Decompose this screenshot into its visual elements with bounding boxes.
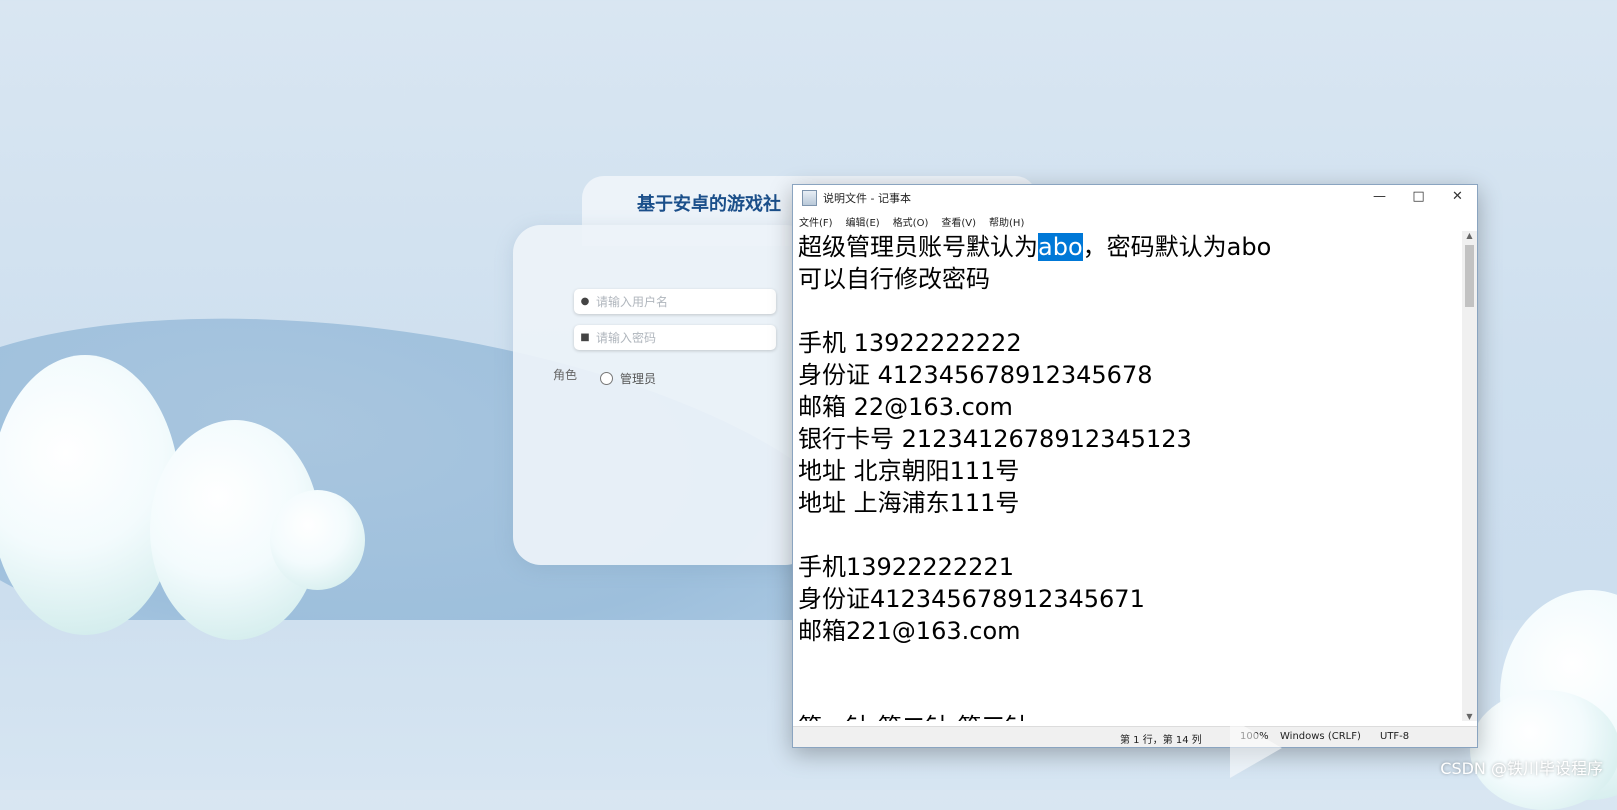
status-bar: 第 1 行，第 14 列 100% Windows (CRLF) UTF-8 [793, 726, 1477, 747]
maximize-button[interactable]: □ [1399, 185, 1438, 211]
text-line: 身份证412345678912345671 [798, 585, 1145, 613]
text-line: 超级管理员账号默认为abo，密码默认为abo [798, 231, 1466, 263]
line-ending: Windows (CRLF) [1280, 731, 1361, 742]
vertical-scrollbar[interactable]: ▲ ▼ [1462, 231, 1477, 721]
login-title: 基于安卓的游戏社 [637, 194, 781, 215]
role-label: 角色 [553, 368, 578, 382]
text-line [798, 679, 1466, 711]
scrollbar-thumb[interactable] [1465, 245, 1474, 307]
role-radio-admin[interactable] [600, 372, 613, 385]
window-title: 说明文件 - 记事本 [823, 192, 911, 205]
password-placeholder: 请输入密码 [596, 331, 657, 345]
scroll-up-icon[interactable]: ▲ [1462, 231, 1477, 240]
notepad-window: 说明文件 - 记事本 — □ ✕ 文件(F) 编辑(E) 格式(O) 查看(V)… [792, 184, 1478, 748]
menu-edit[interactable]: 编辑(E) [846, 214, 880, 229]
scroll-down-icon[interactable]: ▼ [1462, 712, 1477, 721]
text-line [798, 647, 1466, 679]
username-placeholder: 请输入用户名 [596, 295, 669, 309]
cursor-position: 第 1 行，第 14 列 [1120, 735, 1202, 746]
text-line: 银行卡号 2123412678912345123 [798, 425, 1192, 453]
text-line: 地址 上海浦东111号 [798, 489, 1020, 517]
text-line: 邮箱 22@163.com [798, 393, 1013, 421]
play-overlay-icon [1230, 718, 1282, 778]
role-radio-label: 管理员 [620, 372, 657, 386]
text-line: 第一针 第二针 第三针 [798, 711, 1466, 721]
menu-bar: 文件(F) 编辑(E) 格式(O) 查看(V) 帮助(H) [793, 211, 1477, 231]
menu-format[interactable]: 格式(O) [893, 214, 929, 229]
cloud [1470, 690, 1617, 810]
text-line: 手机13922222221 [798, 553, 1014, 581]
text-line [798, 295, 1466, 327]
minimize-button[interactable]: — [1360, 185, 1399, 211]
user-icon: ● [580, 296, 590, 307]
text-line: 地址 北京朝阳111号 [798, 457, 1020, 485]
username-field[interactable]: ● 请输入用户名 [574, 289, 776, 314]
text-line [798, 519, 1466, 551]
text-line: 手机 13922222222 [798, 329, 1022, 357]
text-after-selection: ，密码默认为abo [1082, 233, 1272, 261]
text-before-selection: 超级管理员账号默认为 [798, 233, 1038, 261]
text-line: 身份证 412345678912345678 [798, 361, 1153, 389]
notepad-icon [802, 190, 817, 206]
watermark: CSDN @铁川毕设程序 [1440, 759, 1603, 778]
text-line: 邮箱221@163.com [798, 617, 1021, 645]
menu-file[interactable]: 文件(F) [799, 214, 833, 229]
title-bar[interactable]: 说明文件 - 记事本 — □ ✕ [793, 185, 1477, 211]
menu-help[interactable]: 帮助(H) [989, 214, 1024, 229]
login-card [513, 225, 813, 565]
lock-icon: ■ [580, 332, 590, 343]
encoding: UTF-8 [1380, 731, 1410, 742]
close-button[interactable]: ✕ [1438, 185, 1477, 211]
selected-text: abo [1038, 233, 1083, 261]
menu-view[interactable]: 查看(V) [941, 214, 976, 229]
password-field[interactable]: ■ 请输入密码 [574, 325, 776, 350]
cloud [270, 490, 365, 590]
text-line: 可以自行修改密码 [798, 265, 990, 293]
text-editor[interactable]: 超级管理员账号默认为abo，密码默认为abo 可以自行修改密码 手机 13922… [793, 231, 1466, 721]
